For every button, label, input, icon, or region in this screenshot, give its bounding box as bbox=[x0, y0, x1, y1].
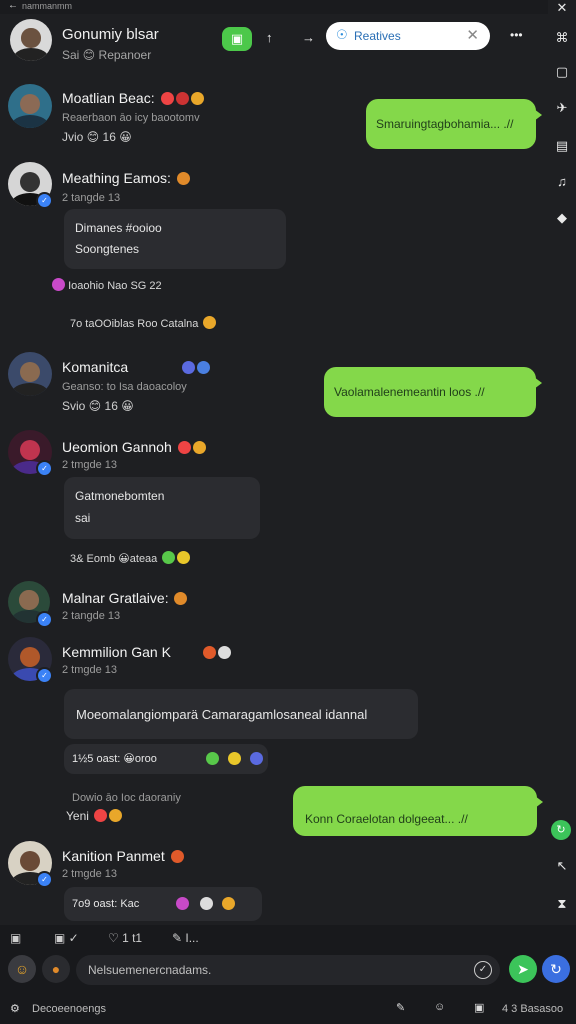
message-time: 2 tmgde 13 bbox=[62, 459, 118, 471]
message-text: Gatmonebomten bbox=[75, 489, 165, 503]
attach-icon[interactable]: ▣ bbox=[10, 931, 21, 945]
check-icon[interactable]: ✓ bbox=[474, 961, 492, 979]
outgoing-message[interactable]: Smaruingtagbohamia... .// bbox=[366, 99, 542, 149]
verified-badge-icon: ✓ bbox=[36, 611, 53, 628]
message-bubble[interactable]: Gatmonebomten sai bbox=[64, 477, 260, 539]
message-input-placeholder: Nelsuemenercnadams. bbox=[88, 963, 212, 977]
verified-badge-icon: ✓ bbox=[36, 192, 53, 209]
reaction-row[interactable]: 3& Eomb 😀ateaa bbox=[70, 551, 191, 565]
message-time: 2 tangde 13 bbox=[62, 192, 121, 204]
message-input[interactable]: Nelsuemenercnadams. ✓ bbox=[76, 955, 500, 985]
checklist-icon[interactable]: ▣ ✓ bbox=[54, 931, 79, 945]
message-subtext: Geanso: to Isa daoacoloy bbox=[62, 381, 187, 393]
close-icon[interactable]: ✕ bbox=[553, 0, 571, 16]
outgoing-message[interactable]: Vaolamalenemeantin loos .// bbox=[324, 367, 542, 417]
chat-header: Gonumiy blsar Sai 😊 Repanoer ▣ ↑ → ☉ Rea… bbox=[0, 14, 548, 72]
window-title: nammanmm bbox=[22, 1, 73, 11]
timer-icon[interactable]: ⧗ bbox=[553, 896, 571, 912]
outgoing-text: Smaruingtagbohamia... .// bbox=[376, 117, 514, 131]
message-time: 2 tangde 13 bbox=[62, 610, 121, 622]
pen-icon[interactable]: ✎ bbox=[396, 1001, 405, 1014]
window-top-strip: ← nammanmm bbox=[0, 0, 576, 14]
document-icon[interactable]: ▤ bbox=[553, 138, 571, 154]
search-input[interactable]: ☉ Reatives ✕ bbox=[326, 22, 490, 50]
chat-title: Gonumiy blsar bbox=[62, 26, 159, 43]
message-reactions: Svio 😊 16 😀 bbox=[62, 399, 134, 413]
sticker-icon[interactable]: ● bbox=[42, 955, 70, 983]
message-reactions: Yeni bbox=[66, 809, 123, 823]
outgoing-text: Konn Coraelotan dolgeeat... .// bbox=[305, 812, 468, 826]
music-icon[interactable]: ♫ bbox=[553, 174, 571, 189]
sender-name[interactable]: Komanitca bbox=[62, 359, 211, 375]
avatar[interactable] bbox=[8, 352, 52, 396]
message-text: Soongtenes bbox=[75, 242, 140, 256]
more-options-icon[interactable]: ••• bbox=[510, 28, 523, 42]
command-icon[interactable]: ⌘ bbox=[553, 30, 571, 46]
status-online-icon[interactable]: ↻ bbox=[551, 820, 571, 840]
avatar[interactable] bbox=[8, 84, 52, 128]
sender-name[interactable]: Meathing Eamos: bbox=[62, 170, 190, 186]
emoji-icon[interactable]: ☺ bbox=[8, 955, 36, 983]
like-icon[interactable]: ♡ 1 t1 bbox=[108, 931, 142, 945]
reaction-bar[interactable]: 7o9 oast: Kac bbox=[64, 887, 262, 921]
message-reactions: Jvio 😊 16 😀 bbox=[62, 130, 132, 144]
pin-icon[interactable]: ◆ bbox=[553, 210, 571, 226]
message-bubble[interactable]: Moeomalangiomparä Camaragamlosaneal idan… bbox=[64, 689, 418, 739]
footer-left-text: Decoeenoengs bbox=[32, 1003, 107, 1015]
composer-area: ▣ ▣ ✓ ♡ 1 t1 ✎ I... ☺ ● Nelsuemenercnada… bbox=[0, 925, 576, 1024]
footer-right-text: 4 3 Basasoo bbox=[502, 1003, 564, 1015]
verified-badge-icon: ✓ bbox=[36, 667, 53, 684]
emoji-face-icon[interactable]: ☺ bbox=[434, 1001, 445, 1013]
send-button[interactable]: ➤ bbox=[509, 955, 537, 983]
reaction-row[interactable]: 7o taOOiblas Roo Catalna bbox=[70, 316, 217, 330]
sender-name[interactable]: Moatlian Beac: bbox=[62, 90, 204, 106]
message-subtext: Dowio āo Ioc daoraniy bbox=[72, 792, 181, 804]
settings-icon[interactable]: ⚙ bbox=[10, 1002, 20, 1015]
send-plane-icon[interactable]: ✈ bbox=[553, 100, 571, 116]
sender-name[interactable]: Kemmilion Gan K bbox=[62, 644, 231, 660]
sender-name[interactable]: Kanition Panmet bbox=[62, 848, 184, 864]
message-subtext: Reaerbaon āo icy baootomv bbox=[62, 112, 200, 124]
sender-name[interactable]: Ueomion Gannoh bbox=[62, 439, 206, 455]
reaction-bar[interactable]: 1½5 oast: 😀oroo bbox=[64, 744, 268, 774]
search-icon: ☉ bbox=[336, 27, 348, 42]
reaction-row[interactable]: Ioaohio Nao SG 22 bbox=[50, 278, 162, 292]
cursor-icon[interactable]: ↖ bbox=[553, 858, 571, 874]
message-text: Dimanes #ooioo bbox=[75, 221, 162, 235]
status-footer: ⚙ Decoeenoengs ✎ ☺ ▣ 4 3 Basasoo bbox=[0, 997, 576, 1024]
sender-name[interactable]: Malnar Gratlaive: bbox=[62, 590, 188, 606]
edit-icon[interactable]: ✎ I... bbox=[172, 931, 199, 945]
verified-badge-icon: ✓ bbox=[36, 460, 53, 477]
upload-icon[interactable]: ↑ bbox=[266, 30, 273, 45]
outgoing-message[interactable]: Konn Coraelotan dolgeeat... .// bbox=[293, 786, 543, 836]
message-text: Moeomalangiomparä Camaragamlosaneal idan… bbox=[76, 707, 368, 722]
video-call-icon[interactable]: ▣ bbox=[222, 27, 252, 51]
save-icon[interactable]: ▣ bbox=[474, 1001, 484, 1014]
forward-icon[interactable]: → bbox=[302, 30, 315, 45]
group-avatar[interactable] bbox=[10, 19, 52, 61]
search-value: Reatives bbox=[354, 29, 401, 43]
right-toolbar: ✕ ⌘ ▢ ✈ ▤ ♫ ◆ ↻ ↖ ⧗ bbox=[548, 0, 576, 925]
message-time: 2 tmgde 13 bbox=[62, 664, 118, 676]
verified-badge-icon: ✓ bbox=[36, 871, 53, 888]
window-icon[interactable]: ▢ bbox=[553, 64, 571, 80]
outgoing-text: Vaolamalenemeantin loos .// bbox=[334, 385, 485, 399]
clear-search-icon[interactable]: ✕ bbox=[466, 26, 479, 44]
chat-subtitle: Sai 😊 Repanoer bbox=[62, 48, 152, 62]
message-time: 2 tmgde 13 bbox=[62, 868, 118, 880]
message-bubble[interactable]: Dimanes #ooioo Soongtenes bbox=[64, 209, 286, 269]
back-arrow-icon[interactable]: ← bbox=[8, 0, 18, 11]
message-text: sai bbox=[75, 511, 91, 525]
voice-button[interactable]: ↻ bbox=[542, 955, 570, 983]
